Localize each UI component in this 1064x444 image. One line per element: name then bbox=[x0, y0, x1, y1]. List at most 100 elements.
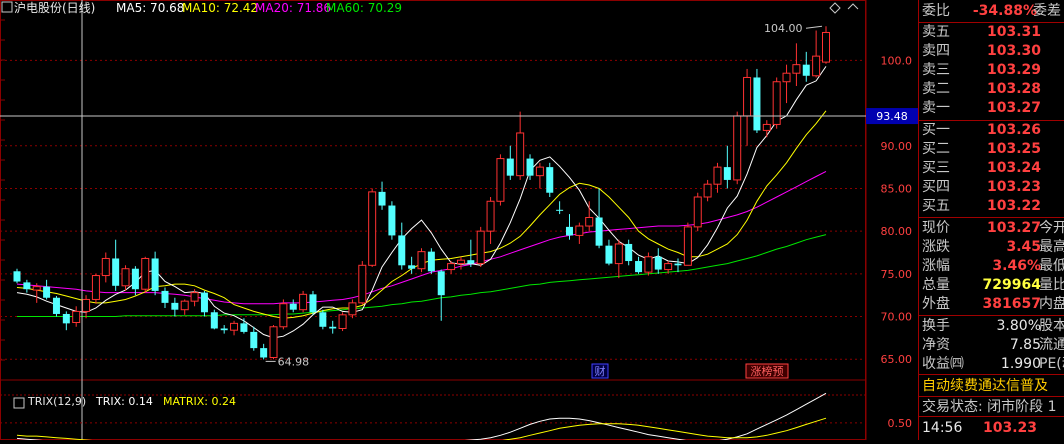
indicator-tick-label: 0.50 bbox=[888, 417, 913, 430]
bid-row-3[interactable]: 买三 103.24 bbox=[919, 159, 1064, 177]
bid-row-4[interactable]: 买四 103.23 bbox=[919, 178, 1064, 196]
candle-body-down bbox=[210, 312, 218, 329]
subscription-banner[interactable]: 自动续费通达信普及 bbox=[919, 377, 1064, 395]
candle-body-down bbox=[52, 297, 60, 314]
candle-body-up bbox=[91, 275, 100, 300]
bid-label: 买二 bbox=[922, 141, 950, 157]
stat-label: 外盘 bbox=[922, 296, 950, 312]
bid-row-2[interactable]: 买二 103.25 bbox=[919, 140, 1064, 158]
y-tick-label: 100.0 bbox=[881, 54, 913, 67]
candle-body-down bbox=[654, 256, 662, 270]
weidiff-label: 委差 bbox=[1033, 3, 1061, 19]
y-tick-label: 70.00 bbox=[881, 311, 913, 324]
candle-body-down bbox=[635, 261, 643, 273]
stat2-row: 换手 3.80% 股本 bbox=[919, 317, 1064, 335]
candle-body-up bbox=[762, 123, 771, 131]
candle-body-up bbox=[486, 200, 495, 232]
ma5-line bbox=[16, 66, 827, 339]
bid-label: 买五 bbox=[922, 198, 950, 214]
candle-body-down bbox=[467, 260, 475, 264]
stat-value: 3.46% bbox=[992, 258, 1041, 274]
ask-price: 103.28 bbox=[986, 81, 1041, 97]
trade-status: 交易状态: 闭市阶段 1 bbox=[922, 399, 1057, 415]
chevron-up-icon[interactable] bbox=[847, 3, 859, 10]
weibi-value: -34.88% bbox=[972, 3, 1037, 19]
matrix-line bbox=[16, 417, 827, 444]
ask-row-5[interactable]: 卖五 103.31 bbox=[919, 23, 1064, 41]
candle-body-up bbox=[417, 251, 426, 270]
candle-body-up bbox=[358, 264, 367, 304]
panel-separator bbox=[919, 396, 1064, 397]
candle-body-down bbox=[546, 167, 554, 193]
high-price-label: 104.00 bbox=[764, 22, 803, 35]
candle-body-up bbox=[496, 158, 505, 202]
candle-body-up bbox=[338, 314, 347, 329]
candle-body-up bbox=[812, 55, 821, 77]
stat2-value: 7.85 bbox=[1009, 337, 1041, 353]
indicator-collapse-icon[interactable] bbox=[13, 397, 25, 409]
indicator-title: TRIX(12,9) bbox=[27, 395, 86, 408]
candle-body-up bbox=[447, 263, 456, 271]
candle-body-down bbox=[408, 265, 416, 269]
ask-row-1[interactable]: 卖一 103.27 bbox=[919, 99, 1064, 117]
ma10-value: MA10: 72.42 bbox=[182, 1, 258, 15]
candle-body-down bbox=[427, 251, 435, 272]
bid-price: 103.26 bbox=[986, 122, 1041, 138]
candle-body-up bbox=[585, 216, 594, 227]
ask-row-3[interactable]: 卖三 103.29 bbox=[919, 61, 1064, 79]
stat2-label2: PE(动 bbox=[1039, 356, 1064, 372]
y-tick-label: 80.00 bbox=[881, 225, 913, 238]
bid-price: 103.24 bbox=[986, 160, 1041, 176]
stat-label2: 最高 bbox=[1039, 239, 1064, 255]
candle-body-up bbox=[703, 183, 712, 198]
panel-separator bbox=[919, 217, 1064, 218]
bid-row-1[interactable]: 买一 103.26 bbox=[919, 121, 1064, 139]
stat2-row: 净资 7.85 流通 bbox=[919, 336, 1064, 354]
bid-price: 103.23 bbox=[986, 179, 1041, 195]
candle-body-up bbox=[822, 31, 830, 63]
candle-body-down bbox=[289, 303, 297, 310]
ask-label: 卖一 bbox=[922, 100, 950, 116]
candle-body-up bbox=[121, 268, 130, 287]
ask-price: 103.30 bbox=[986, 43, 1041, 59]
candle-body-down bbox=[13, 271, 21, 282]
chart-svg[interactable]: 65.00 70.00 75.00 80.00 85.00 90.00 100.0 93.48… bbox=[0, 0, 918, 444]
ask-row-4[interactable]: 卖四 103.30 bbox=[919, 42, 1064, 60]
candle-body-up bbox=[180, 300, 189, 311]
candle-body-down bbox=[506, 158, 514, 176]
stat-value: 3.45 bbox=[1006, 239, 1041, 255]
stat-label2: 量比 bbox=[1039, 277, 1064, 293]
candle-body-down bbox=[260, 348, 268, 358]
candle-body-down bbox=[309, 294, 317, 313]
trix-value: TRIX: 0.14 bbox=[95, 395, 153, 408]
diamond-icon[interactable] bbox=[829, 2, 841, 14]
stat-label: 涨幅 bbox=[922, 258, 950, 274]
panel-separator bbox=[919, 416, 1064, 417]
candle-body-up bbox=[644, 256, 653, 273]
ask-label: 卖三 bbox=[922, 62, 950, 78]
matrix-value: MATRIX: 0.24 bbox=[163, 395, 236, 408]
candle-body-down bbox=[131, 268, 139, 290]
quote-panel: 委比 -34.88% 委差 卖五 103.31 卖四 103.30 卖三 103.29 卖二 103… bbox=[918, 0, 1064, 440]
collapse-icon[interactable] bbox=[1, 1, 13, 13]
kline-chart-area[interactable]: 65.00 70.00 75.00 80.00 85.00 90.00 100.0 93.48… bbox=[0, 0, 1064, 444]
y-tick-label: 85.00 bbox=[881, 182, 913, 195]
stat-row: 涨幅 3.46% 最低 bbox=[919, 257, 1064, 275]
low-price-label: 64.98 bbox=[278, 355, 310, 368]
candle-body-down bbox=[595, 217, 603, 246]
candle-body-up bbox=[141, 257, 150, 290]
ask-label: 卖二 bbox=[922, 81, 950, 97]
stock-title: 沪电股份(日线) bbox=[14, 1, 95, 15]
candle-body-down bbox=[62, 313, 70, 324]
candle-body-up bbox=[535, 166, 544, 177]
candle-body-down bbox=[378, 191, 386, 206]
candle-body-up bbox=[299, 293, 308, 311]
ask-row-2[interactable]: 卖二 103.28 bbox=[919, 80, 1064, 98]
candle-body-up bbox=[476, 230, 485, 265]
limit-up-marker: 涨榜预 bbox=[751, 364, 784, 378]
candle-body-up bbox=[614, 243, 623, 265]
panel-separator bbox=[919, 315, 1064, 316]
candle-body-down bbox=[625, 243, 633, 262]
trade-status-row: 交易状态: 闭市阶段 1 bbox=[919, 398, 1064, 416]
bid-row-5[interactable]: 买五 103.22 bbox=[919, 197, 1064, 215]
